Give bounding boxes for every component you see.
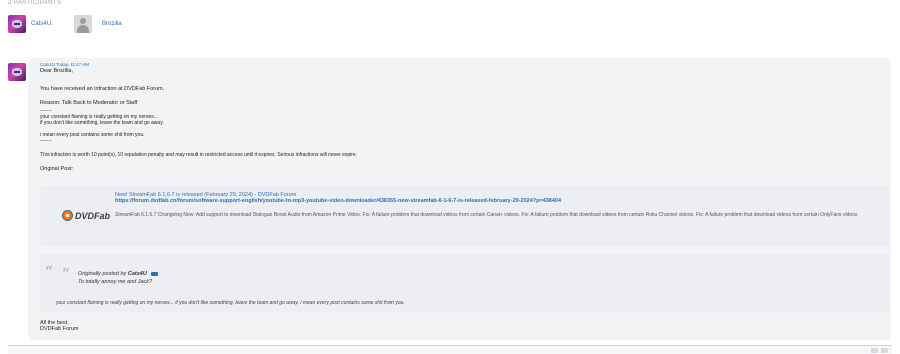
infraction-line: You have received an infraction at DVDFa… xyxy=(40,86,165,92)
preview-url[interactable]: https://forum.dvdfab.cn/forum/software-s… xyxy=(115,198,561,204)
participant-name[interactable]: Brozilla xyxy=(102,21,122,27)
avatar[interactable] xyxy=(74,15,92,33)
link-preview[interactable]: DVDFab New! StreamFab 6.1.6.7 is release… xyxy=(40,186,890,246)
message-meta: Cats4U Today, 11:47 AM xyxy=(40,62,90,67)
toolbar-button[interactable] xyxy=(871,348,878,353)
preview-description: StreamFab 6.1.6.7 Changelog New: Add sup… xyxy=(115,212,858,218)
greeting: Dear Brozilla, xyxy=(40,68,74,74)
avatar[interactable] xyxy=(8,15,26,33)
quote-body: your constant flaming is really getting … xyxy=(56,300,405,306)
body-line-3: i mean every post contains some shit fro… xyxy=(40,132,145,138)
participant-brozilla[interactable]: Brozilla xyxy=(74,15,122,33)
quote-mark-icon: “ xyxy=(62,266,71,282)
participants-header: 2 PARTICIPANTS xyxy=(8,0,62,6)
quote-block: “ “ Originally posted by Cats4U To total… xyxy=(40,254,890,312)
infraction-worth: This infraction is worth 10 point(s), 10… xyxy=(40,152,358,158)
quote-attribution: Originally posted by Cats4U xyxy=(78,271,159,277)
reason-line: Reason: Talk Back to Moderator or Staff xyxy=(40,100,138,106)
dvdfab-logo: DVDFab xyxy=(62,210,110,221)
toolbar-button[interactable] xyxy=(881,348,888,353)
participant-name[interactable]: Cats4U. xyxy=(31,21,53,27)
original-post-label: Original Post: xyxy=(40,166,74,172)
message-author-avatar[interactable] xyxy=(8,63,26,86)
quote-author[interactable]: Cats4U xyxy=(128,271,147,277)
quote-subtitle: To totally annoy me and Jack? xyxy=(78,279,153,285)
link-icon[interactable] xyxy=(151,271,159,276)
message-panel: Cats4U Today, 11:47 AM Dear Brozilla, Yo… xyxy=(28,58,891,340)
quote-mark-icon: “ xyxy=(45,264,54,280)
separator: ------- xyxy=(40,138,52,144)
body-line-2: if you don't like something, leave the t… xyxy=(40,120,164,126)
signoff-2: DVDFab Forum xyxy=(40,326,79,332)
participant-cats4u[interactable]: Cats4U. xyxy=(8,15,53,33)
